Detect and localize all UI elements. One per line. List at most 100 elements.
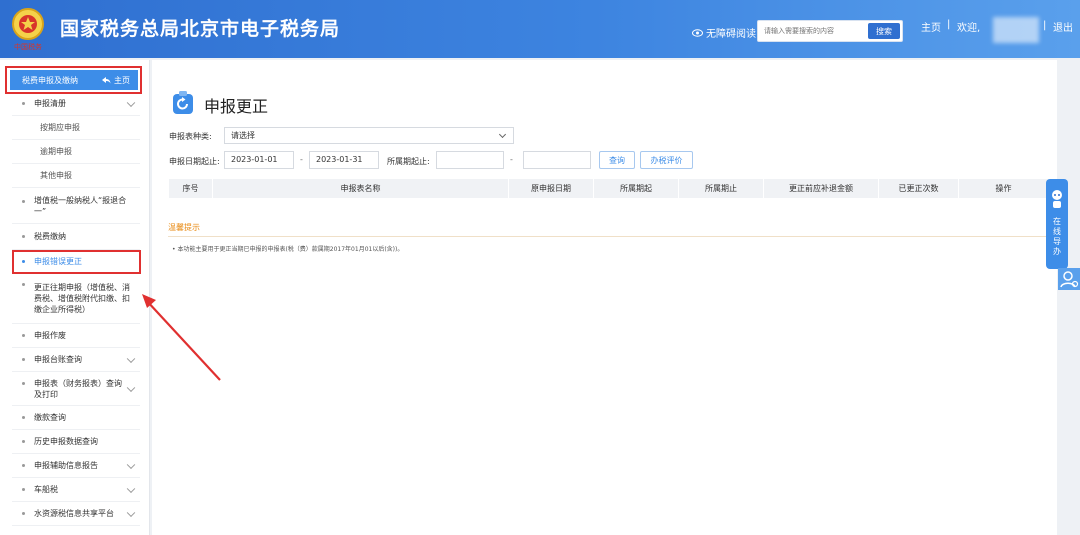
user-settings-icon	[1060, 271, 1079, 288]
accessibility-label: 无障碍阅读	[706, 29, 756, 40]
sidebar-item-label: 更正往期申报（增值税、消费税、增值税附代扣缴、扣缴企业所得税）	[34, 283, 130, 314]
refresh-clipboard-icon	[173, 91, 193, 114]
online-guide-button[interactable]: 在线导办	[1046, 179, 1068, 269]
date-to-input[interactable]: 2023-01-31	[309, 151, 379, 169]
page-title: 申报更正	[204, 97, 269, 116]
date-range-dash: -	[300, 155, 303, 164]
bullet-icon	[22, 102, 25, 105]
sidebar-item-vat-refund-combined[interactable]: 增值税一般纳税人“报退合一”	[12, 188, 140, 224]
chevron-down-icon	[498, 130, 507, 139]
sidebar-item-correct-past-declaration[interactable]: 更正往期申报（增值税、消费税、增值税附代扣缴、扣缴企业所得税）	[12, 274, 140, 324]
header-separator: |	[947, 19, 951, 30]
sidebar-item-due-declaration[interactable]: 按期应申报	[12, 116, 140, 140]
column-header: 操作	[959, 179, 1049, 198]
sidebar-item-overdue-declaration[interactable]: 逾期申报	[12, 140, 140, 164]
period-from-input[interactable]	[436, 151, 504, 169]
bullet-icon	[22, 235, 25, 238]
chevron-down-icon	[126, 460, 136, 469]
eye-icon	[692, 28, 703, 37]
bullet-icon	[22, 488, 25, 491]
declaration-type-label: 申报表种类:	[169, 132, 212, 141]
declaration-date-label: 申报日期起止:	[169, 157, 220, 166]
sidebar-item-declaration-list[interactable]: 申报清册	[12, 92, 140, 116]
header-home-link[interactable]: 主页	[921, 19, 941, 34]
emblem-text: 中国税务	[14, 42, 42, 51]
sidebar-item-report-query-print[interactable]: 申报表（财务报表）查询及打印	[12, 372, 140, 406]
table-header: 序号 申报表名称 原申报日期 所属期起 所属期止 更正前应补退金额 已更正次数 …	[169, 179, 1049, 198]
chevron-down-icon	[126, 354, 136, 363]
tip-divider	[168, 236, 1048, 237]
sidebar-item-ledger-query[interactable]: 申报台账查询	[12, 348, 140, 372]
chevron-down-icon	[126, 98, 136, 107]
sidebar-item-label: 申报辅助信息报告	[34, 461, 98, 470]
main-panel: 申报更正 申报表种类: 请选择 申报日期起止: 2023-01-01 - 202…	[152, 60, 1057, 535]
chevron-down-icon	[126, 508, 136, 517]
sidebar-item-label: 申报表（财务报表）查询及打印	[34, 378, 122, 399]
column-header: 已更正次数	[879, 179, 959, 198]
sidebar-item-void-declaration[interactable]: 申报作废	[12, 324, 140, 348]
sidebar-item-other-declaration[interactable]: 其他申报	[12, 164, 140, 188]
bullet-icon	[22, 440, 25, 443]
online-guide-text: 在线导办	[1053, 217, 1061, 256]
welcome-text: 欢迎,	[957, 23, 981, 34]
bullet-icon	[22, 512, 25, 515]
sidebar-item-label: 水资源税信息共享平台	[34, 509, 114, 518]
search-input[interactable]	[758, 21, 868, 41]
bullet-icon	[22, 464, 25, 467]
sidebar-item-auxiliary-report[interactable]: 申报辅助信息报告	[12, 454, 140, 478]
username-redacted	[993, 17, 1039, 43]
sidebar-item-label: 按期应申报	[40, 123, 80, 132]
period-to-input[interactable]	[523, 151, 591, 169]
sidebar-item-label: 增值税一般纳税人“报退合一”	[34, 195, 127, 216]
search-button[interactable]: 搜索	[868, 23, 900, 39]
sidebar: 税费申报及缴纳 主页 申报清册 按期应申报 逾期申报 其他申报 增值税一般纳税人…	[0, 60, 150, 535]
top-header: 中国税务 国家税务总局北京市电子税务局 无障碍阅读 搜索 主页 | 欢迎, | …	[0, 0, 1080, 58]
header-separator-2: |	[1043, 20, 1047, 31]
declaration-type-select[interactable]: 请选择	[224, 127, 514, 144]
tip-text: • 本功能主要用于更正当期已申报的申报表(税（费）款属期2017年01月01以后…	[172, 246, 404, 253]
robot-assistant-icon	[1052, 190, 1062, 208]
sidebar-item-label: 其他申报	[40, 171, 72, 180]
column-header: 所属期起	[594, 179, 679, 198]
sidebar-item-history-query[interactable]: 历史申报数据查询	[12, 430, 140, 454]
date-from-input[interactable]: 2023-01-01	[224, 151, 294, 169]
evaluate-button[interactable]: 办税评价	[640, 151, 693, 169]
period-label: 所属期起止:	[387, 157, 430, 166]
declaration-type-value: 请选择	[231, 131, 255, 140]
logout-link[interactable]: 退出	[1053, 19, 1073, 34]
sidebar-item-label: 申报清册	[34, 99, 66, 108]
tip-title: 温馨提示	[168, 223, 200, 232]
sidebar-item-label: 历史申报数据查询	[34, 437, 98, 446]
sidebar-item-tax-payment[interactable]: 税费缴纳	[12, 224, 140, 250]
bullet-icon	[22, 282, 25, 286]
sidebar-item-label: 税费缴纳	[34, 232, 66, 241]
column-header: 序号	[169, 179, 213, 198]
sidebar-item-label: 申报作废	[34, 331, 66, 340]
bullet-icon	[22, 416, 25, 419]
sidebar-item-label: 缴款查询	[34, 413, 66, 422]
column-header: 所属期止	[679, 179, 764, 198]
highlight-box-top	[5, 66, 142, 94]
sidebar-item-vehicle-tax[interactable]: 车船税	[12, 478, 140, 502]
sidebar-item-label: 申报台账查询	[34, 355, 82, 364]
chevron-down-icon	[126, 383, 136, 392]
tax-emblem-icon: 中国税务	[12, 8, 44, 51]
sidebar-item-water-resource-platform[interactable]: 水资源税信息共享平台	[12, 502, 140, 526]
highlight-box-active	[12, 250, 141, 274]
user-service-button[interactable]	[1058, 268, 1080, 290]
column-header: 原申报日期	[509, 179, 594, 198]
sidebar-item-label: 逾期申报	[40, 147, 72, 156]
column-header: 更正前应补退金额	[764, 179, 879, 198]
bullet-icon	[22, 334, 25, 337]
bullet-icon	[22, 358, 25, 361]
period-range-dash: -	[510, 155, 513, 164]
site-title: 国家税务总局北京市电子税务局	[60, 18, 341, 40]
sidebar-item-label: 车船税	[34, 485, 58, 494]
accessibility-link[interactable]: 无障碍阅读	[692, 25, 756, 40]
column-header: 申报表名称	[213, 179, 509, 198]
online-guide-label: 在线导办	[1046, 217, 1068, 257]
sidebar-item-payment-query[interactable]: 缴款查询	[12, 406, 140, 430]
query-button[interactable]: 查询	[599, 151, 635, 169]
bullet-icon	[22, 381, 25, 385]
bullet-icon	[22, 199, 25, 203]
